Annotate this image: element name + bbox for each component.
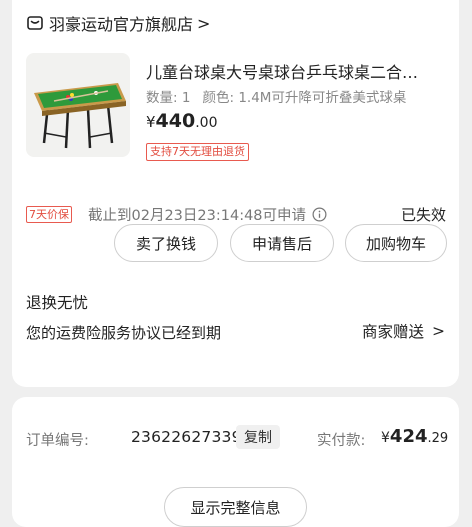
sell-button[interactable]: 卖了换钱 <box>114 224 218 262</box>
product-title[interactable]: 儿童台球桌大号桌球台乒乓球桌二合… <box>146 59 446 83</box>
product-spec: 数量: 1 颜色: 1.4M可升降可折叠美式球桌 <box>146 86 406 106</box>
paid-integer: 424 <box>389 426 428 447</box>
copy-button[interactable]: 复制 <box>236 425 280 449</box>
price-protection-deadline: 截止到02月23日23:14:48可申请 <box>88 207 307 224</box>
order-item-card: 羽豪运动官方旗舰店 > 儿童台球桌大号桌球台乒乓球桌二合… 数量: 1颜色: 1… <box>12 0 459 387</box>
worry-free-title: 退换无忧 <box>26 294 89 312</box>
after-sale-button[interactable]: 申请售后 <box>230 224 334 262</box>
product-price: ¥440.00 <box>146 110 217 132</box>
show-full-info-button[interactable]: 显示完整信息 <box>164 487 307 527</box>
refund-policy-badge: 支持7天无理由退货 <box>146 143 249 161</box>
price-protection-row: 7天价保 截止到02月23日23:14:48可申请 已失效 <box>26 203 446 225</box>
quantity-label: 数量: <box>146 90 178 106</box>
price-integer: 440 <box>155 110 196 132</box>
paid-amount: ¥424.29 <box>381 426 448 447</box>
info-icon[interactable] <box>312 207 327 222</box>
order-number-label: 订单编号: <box>26 433 89 449</box>
paid-amount-label: 实付款: <box>317 433 366 449</box>
chevron-right-icon[interactable]: > <box>432 322 445 340</box>
price-symbol: ¥ <box>146 113 156 131</box>
product-image[interactable] <box>26 53 130 157</box>
order-number: 236226273395 <box>131 428 252 446</box>
chevron-right-icon[interactable]: > <box>197 14 210 33</box>
paid-decimal: .29 <box>427 431 449 446</box>
store-icon <box>27 16 43 30</box>
merchant-gift-label[interactable]: 商家赠送 <box>362 320 424 342</box>
merchant-gift-link[interactable]: 商家赠送 > <box>362 320 445 342</box>
price-protection-status: 已失效 <box>400 205 446 224</box>
quantity-value: 1 <box>181 90 191 106</box>
paid-symbol: ¥ <box>381 430 390 446</box>
price-decimal: .00 <box>195 115 218 131</box>
price-protection-badge: 7天价保 <box>26 205 72 223</box>
shop-header[interactable]: 羽豪运动官方旗舰店 > <box>26 12 210 34</box>
add-to-cart-button[interactable]: 加购物车 <box>345 224 447 262</box>
pool-table-image <box>34 83 126 149</box>
order-info-card: 订单编号: 236226273395 复制 实付款: ¥424.29 显示完整信… <box>12 397 459 527</box>
color-value: 1.4M可升降可折叠美式球桌 <box>238 90 407 106</box>
color-label: 颜色: <box>202 90 235 106</box>
shop-name[interactable]: 羽豪运动官方旗舰店 <box>49 11 193 35</box>
shipping-insurance-text: 您的运费险服务协议已经到期 <box>26 324 222 342</box>
